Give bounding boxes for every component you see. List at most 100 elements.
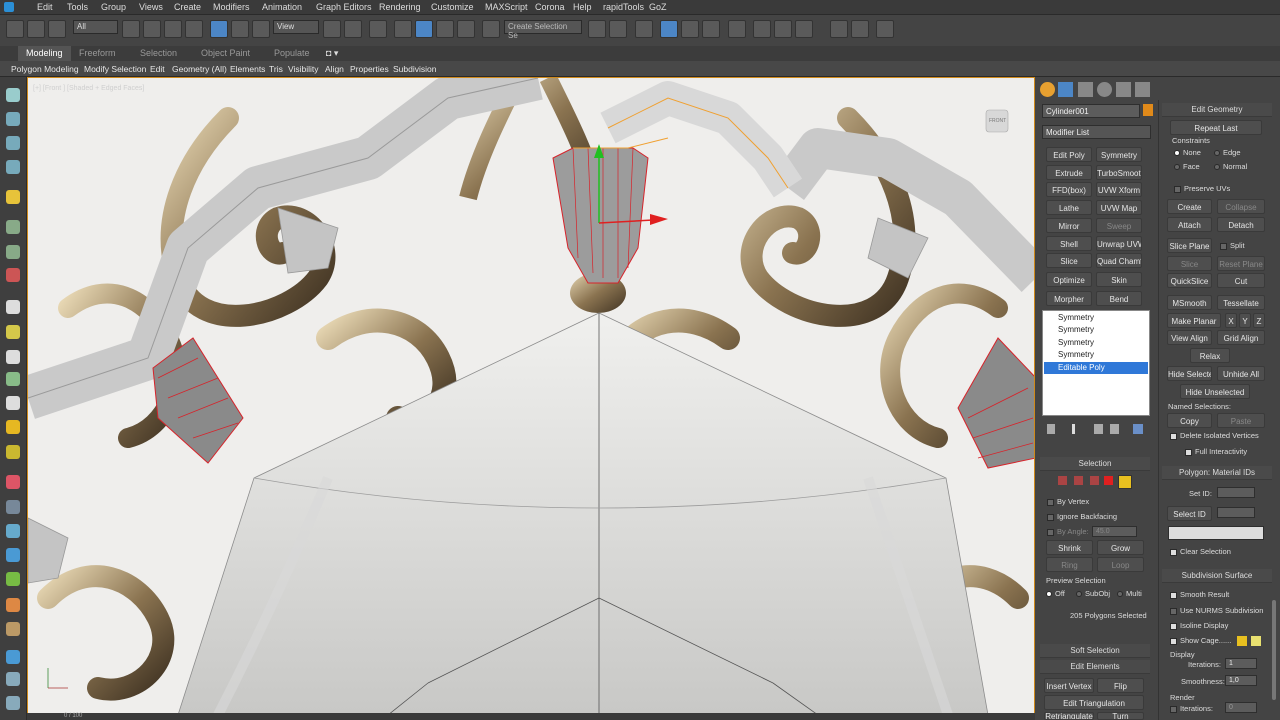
menu-maxscript[interactable]: MAXScript xyxy=(485,2,528,12)
percent-snap-icon[interactable] xyxy=(436,20,454,38)
menu-rendering[interactable]: Rendering xyxy=(379,2,421,12)
named-selection-sets-select[interactable]: Create Selection Se xyxy=(504,20,582,40)
box-icon[interactable] xyxy=(6,300,20,314)
edit-geometry-rollout-header[interactable]: Edit Geometry xyxy=(1162,103,1272,117)
by-angle-spinner[interactable]: 45.0 xyxy=(1092,526,1137,537)
align-icon[interactable] xyxy=(609,20,627,38)
create-tab-icon[interactable] xyxy=(1040,82,1055,97)
grid-align-button[interactable]: Grid Align xyxy=(1217,330,1265,345)
grow-icon[interactable] xyxy=(6,245,20,259)
menu-tools[interactable]: Tools xyxy=(67,2,88,12)
mod-morpher-button[interactable]: Morpher xyxy=(1046,291,1092,306)
shrink-button[interactable]: Shrink xyxy=(1046,540,1093,555)
cage-color-swatch[interactable] xyxy=(1237,636,1247,646)
render-in-cloud-icon[interactable] xyxy=(876,20,894,38)
tab-object-paint[interactable]: Object Paint xyxy=(201,48,250,58)
border-level-icon[interactable] xyxy=(1090,476,1099,485)
angle-snap-icon[interactable] xyxy=(415,20,433,38)
menu-create[interactable]: Create xyxy=(174,2,201,12)
curve-editor-icon[interactable] xyxy=(702,20,720,38)
material-name-dropdown[interactable] xyxy=(1168,526,1264,540)
object-name-field[interactable]: Cylinder001 xyxy=(1042,104,1140,118)
menu-animation[interactable]: Animation xyxy=(262,2,302,12)
ribbon-align[interactable]: Align xyxy=(325,64,344,74)
mod-mirror-button[interactable]: Mirror xyxy=(1046,218,1092,233)
render-iterative-icon[interactable] xyxy=(851,20,869,38)
globe-icon[interactable] xyxy=(6,650,20,664)
tessellate-button[interactable]: Tessellate xyxy=(1217,295,1265,310)
clear-selection-checkbox[interactable]: Clear Selection xyxy=(1170,547,1231,556)
panel-scrollbar[interactable] xyxy=(1272,600,1276,700)
menu-goz[interactable]: GoZ xyxy=(649,2,667,12)
link-icon[interactable] xyxy=(6,20,24,38)
menu-rapidtools[interactable]: rapidTools xyxy=(603,2,644,12)
delete-isolated-vertices-checkbox[interactable]: Delete Isolated Vertices xyxy=(1170,431,1259,440)
rectangular-selection-icon[interactable] xyxy=(164,20,182,38)
smooth-result-checkbox[interactable]: Smooth Result xyxy=(1170,590,1229,599)
motion-tab-icon[interactable] xyxy=(1097,82,1112,97)
sphere-icon[interactable] xyxy=(6,325,20,339)
scene-icon[interactable] xyxy=(6,672,20,686)
collapse-button[interactable]: Collapse xyxy=(1217,199,1265,214)
keyboard-shortcut-override-icon[interactable] xyxy=(369,20,387,38)
ribbon-visibility[interactable]: Visibility xyxy=(288,64,319,74)
subdivision-surface-rollout-header[interactable]: Subdivision Surface xyxy=(1162,569,1272,583)
utilities-tab-icon[interactable] xyxy=(1135,82,1150,97)
material-ids-rollout-header[interactable]: Polygon: Material IDs xyxy=(1162,466,1272,480)
app-logo-icon[interactable] xyxy=(4,2,14,12)
slice-plane-button[interactable]: Slice Plane xyxy=(1167,238,1212,253)
select-id-spinner[interactable] xyxy=(1217,507,1255,518)
polygon-mode-icon[interactable] xyxy=(6,190,20,204)
snaps-toggle-icon[interactable] xyxy=(394,20,412,38)
flip-button[interactable]: Flip xyxy=(1097,678,1144,693)
shrink-icon[interactable] xyxy=(6,268,20,282)
menu-edit[interactable]: Edit xyxy=(37,2,53,12)
slice-button[interactable]: Slice xyxy=(1167,256,1212,271)
preserve-uvs-checkbox[interactable]: Preserve UVs xyxy=(1174,184,1230,193)
mirror-icon[interactable] xyxy=(588,20,606,38)
display-tab-icon[interactable] xyxy=(1116,82,1131,97)
object-color-swatch[interactable] xyxy=(1143,104,1153,116)
pivot-center-icon[interactable] xyxy=(323,20,341,38)
hide-selected-button[interactable]: Hide Selected xyxy=(1167,366,1212,381)
viewport-front[interactable] xyxy=(27,77,1035,714)
spacewarp-icon[interactable] xyxy=(6,524,20,538)
remove-modifier-icon[interactable] xyxy=(1110,424,1119,434)
element-level-icon[interactable] xyxy=(1118,475,1132,489)
mod-uvw-map-button[interactable]: UVW Map xyxy=(1096,200,1142,215)
constraint-normal-radio[interactable]: Normal xyxy=(1214,162,1247,171)
menu-modifiers[interactable]: Modifiers xyxy=(213,2,250,12)
preview-multi-radio[interactable]: Multi xyxy=(1117,589,1142,598)
select-and-rotate-icon[interactable] xyxy=(231,20,249,38)
viewport-label[interactable]: [+] [Front ] [Shaded + Edged Faces] xyxy=(33,85,144,92)
spinner-snap-icon[interactable] xyxy=(457,20,475,38)
render-iterations-checkbox[interactable]: Iterations: xyxy=(1170,704,1213,713)
quickslice-button[interactable]: QuickSlice xyxy=(1167,273,1212,288)
hide-unselected-button[interactable]: Hide Unselected xyxy=(1180,384,1250,399)
select-object-icon[interactable] xyxy=(122,20,140,38)
camera-icon[interactable] xyxy=(6,445,20,459)
copy-button[interactable]: Copy xyxy=(1167,413,1212,428)
edge-level-icon[interactable] xyxy=(1074,476,1083,485)
insert-vertex-button[interactable]: Insert Vertex xyxy=(1044,678,1094,693)
by-vertex-checkbox[interactable]: By Vertex xyxy=(1047,497,1089,506)
paint-icon[interactable] xyxy=(6,475,20,489)
select-manipulate-icon[interactable] xyxy=(344,20,362,38)
make-unique-icon[interactable] xyxy=(1094,424,1103,434)
mod-symmetry-button[interactable]: Symmetry xyxy=(1096,147,1142,162)
constraint-face-radio[interactable]: Face xyxy=(1174,162,1200,171)
mod-lathe-button[interactable]: Lathe xyxy=(1046,200,1092,215)
mod-sweep-button[interactable]: Sweep xyxy=(1096,218,1142,233)
window-crossing-icon[interactable] xyxy=(185,20,203,38)
cone-icon[interactable] xyxy=(6,396,20,410)
hierarchy-tab-icon[interactable] xyxy=(1078,82,1093,97)
foliage-icon[interactable] xyxy=(6,572,20,586)
paste-button[interactable]: Paste xyxy=(1217,413,1265,428)
constraint-none-radio[interactable]: None xyxy=(1174,148,1201,157)
rendered-frame-window-icon[interactable] xyxy=(795,20,813,38)
selection-filter-select[interactable]: All xyxy=(73,20,118,34)
planar-z-button[interactable]: Z xyxy=(1253,313,1265,328)
modifier-list-dropdown[interactable]: Modifier List xyxy=(1042,125,1151,139)
mod-unwrap-uvw-button[interactable]: Unwrap UVW xyxy=(1096,236,1142,251)
select-and-scale-icon[interactable] xyxy=(252,20,270,38)
